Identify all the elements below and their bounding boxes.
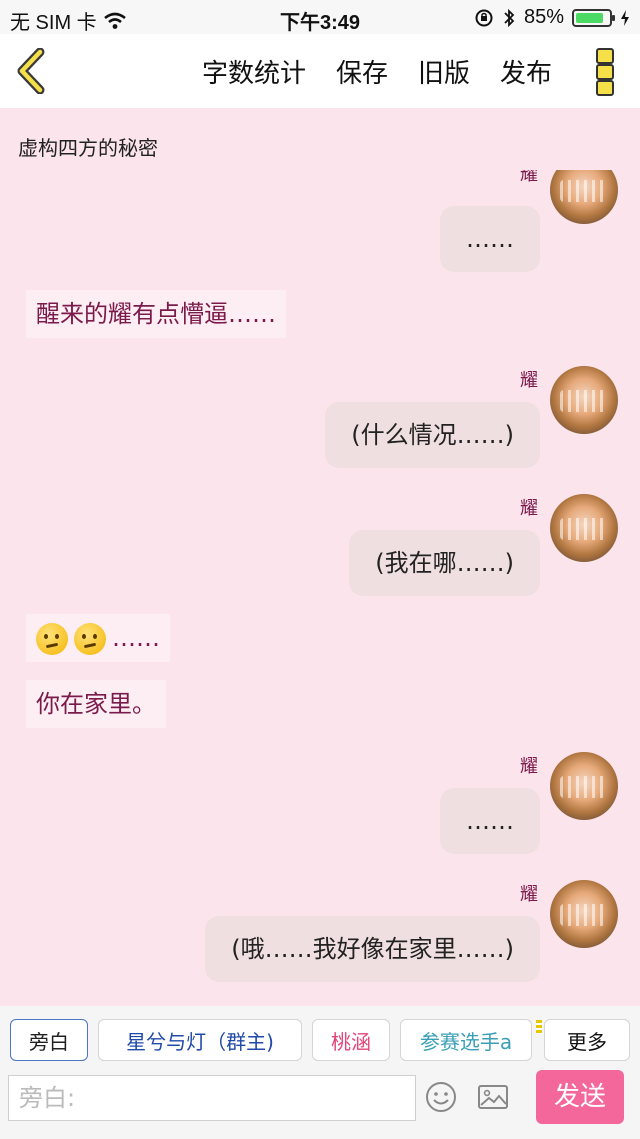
more-vertical-icon[interactable] xyxy=(596,48,616,96)
avatar[interactable] xyxy=(550,494,618,562)
narration-bubble[interactable]: 你在家里。 xyxy=(26,680,166,728)
input-placeholder: 旁白: xyxy=(19,1084,76,1112)
message-input[interactable]: 旁白: xyxy=(8,1075,416,1121)
role-chip[interactable]: 参赛选手a xyxy=(400,1019,532,1061)
battery-fill xyxy=(576,12,603,23)
battery-icon xyxy=(572,8,615,27)
charging-icon xyxy=(621,9,629,26)
role-label: 星兮与灯（群主) xyxy=(126,1029,274,1054)
message-bubble[interactable]: …… xyxy=(440,206,540,272)
message-bubble[interactable]: (什么情况……) xyxy=(325,402,540,468)
speaker-name: 耀 xyxy=(520,370,538,391)
composer-bar: 旁白 星兮与灯（群主) 桃涵 参赛选手a 更多 旁白: 发送 xyxy=(0,1006,640,1139)
image-icon[interactable] xyxy=(476,1080,510,1114)
menu-dot xyxy=(596,64,614,80)
thinking-face-icon xyxy=(36,623,68,655)
message-bubble[interactable]: …… xyxy=(440,788,540,854)
speaker-name: 耀 xyxy=(520,884,538,905)
old-version-button[interactable]: 旧版 xyxy=(418,53,470,90)
battery-percent: 85% xyxy=(523,6,564,28)
smiley-icon[interactable] xyxy=(424,1080,458,1114)
message-bubble[interactable]: (哦……我好像在家里……) xyxy=(205,916,540,982)
avatar[interactable] xyxy=(550,170,618,224)
orientation-lock-icon xyxy=(475,9,493,26)
role-chip[interactable]: 桃涵 xyxy=(312,1019,390,1061)
menu-dot xyxy=(596,80,614,96)
nav-actions: 字数统计 保存 旧版 发布 xyxy=(202,34,552,108)
speaker-name: 耀 xyxy=(520,756,538,777)
role-label: 桃涵 xyxy=(331,1029,371,1054)
word-count-button[interactable]: 字数统计 xyxy=(202,53,306,90)
narration-bubble[interactable]: …… xyxy=(26,614,170,662)
avatar[interactable] xyxy=(550,752,618,820)
send-button[interactable]: 发送 xyxy=(536,1070,624,1124)
speaker-name: 耀 xyxy=(520,170,538,185)
role-chip-narrator[interactable]: 旁白 xyxy=(10,1019,88,1061)
message-list[interactable]: 耀 …… 醒来的耀有点懵逼…… 耀 (什么情况……) 耀 (我在哪……) …… … xyxy=(0,170,640,996)
bluetooth-icon xyxy=(504,8,515,27)
status-right: 85% xyxy=(474,6,630,29)
nav-bar: 字数统计 保存 旧版 发布 xyxy=(0,34,640,108)
publish-button[interactable]: 发布 xyxy=(500,53,552,90)
status-bar: 无 SIM 卡 下午3:49 85% xyxy=(0,0,640,34)
menu-dot xyxy=(596,48,614,64)
message-bubble[interactable]: (我在哪……) xyxy=(349,530,540,596)
role-label: 参赛选手a xyxy=(419,1029,513,1054)
speaker-name: 耀 xyxy=(520,498,538,519)
chevron-left-icon[interactable] xyxy=(14,48,50,94)
role-chip[interactable]: 星兮与灯（群主) xyxy=(98,1019,302,1061)
narration-bubble[interactable]: 醒来的耀有点懵逼…… xyxy=(26,290,286,338)
thinking-face-icon xyxy=(74,623,106,655)
narration-text: …… xyxy=(112,624,160,652)
scroll-hint-marker xyxy=(536,1020,542,1034)
avatar[interactable] xyxy=(550,880,618,948)
more-label: 更多 xyxy=(567,1029,607,1054)
more-roles-button[interactable]: 更多 xyxy=(544,1019,630,1061)
avatar[interactable] xyxy=(550,366,618,434)
chat-title: 虚构四方的秘密 xyxy=(18,136,158,160)
role-label: 旁白 xyxy=(29,1029,69,1054)
save-button[interactable]: 保存 xyxy=(336,53,388,90)
